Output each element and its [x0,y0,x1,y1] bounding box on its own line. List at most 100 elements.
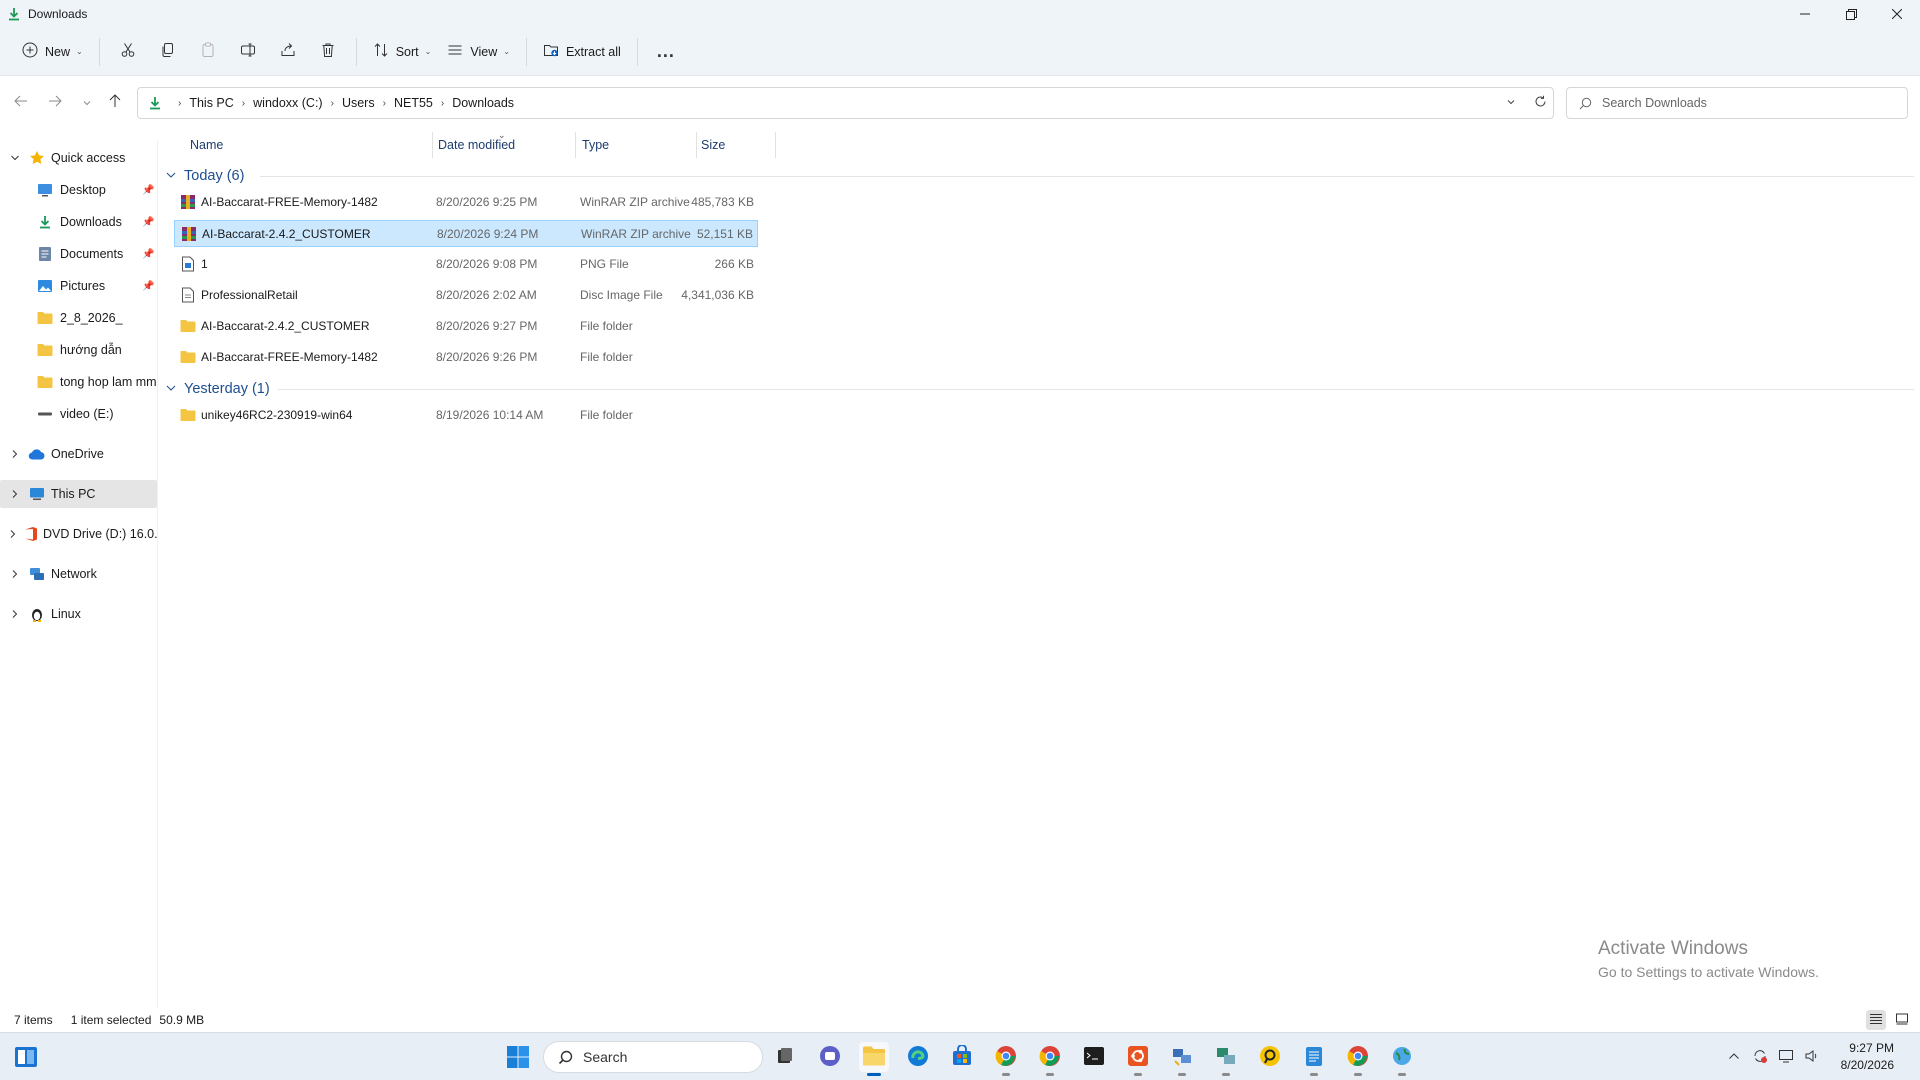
network-tool-button[interactable] [1211,1042,1241,1076]
chevron-down-icon[interactable] [8,153,22,163]
sidebar-item-documents[interactable]: Documents 📌 [0,240,157,268]
table-row[interactable]: 1 8/20/2026 9:08 PM PNG File 266 KB [174,251,758,278]
chrome-button-2[interactable] [1343,1042,1373,1076]
table-row[interactable]: AI-Baccarat-2.4.2_CUSTOMER 8/20/2026 9:2… [174,313,758,340]
sidebar-item-drive[interactable]: video (E:) [0,400,157,428]
table-row[interactable]: AI-Baccarat-FREE-Memory-1482 8/20/2026 9… [174,189,758,216]
new-button[interactable]: New ⌄ [14,36,91,68]
table-row[interactable]: unikey46RC2-230919-win64 8/19/2026 10:14… [174,402,758,429]
column-header-size[interactable]: Size [701,130,725,160]
sidebar-item-linux[interactable]: Linux [0,600,157,628]
chevron-right-icon[interactable] [8,569,22,579]
breadcrumb-downloads[interactable]: Downloads [452,96,514,110]
ubuntu-button[interactable] [1123,1042,1153,1076]
downloads-icon [6,6,22,22]
group-header-today[interactable]: Today (6) [166,165,244,187]
view-button[interactable]: View ⌄ [439,36,518,68]
sync-status-button[interactable] [1749,1046,1771,1068]
extract-all-button[interactable]: Extract all [535,36,629,68]
sidebar-item-onedrive[interactable]: OneDrive [0,440,157,468]
widgets-button[interactable] [14,1045,38,1069]
edge-button[interactable] [903,1042,933,1072]
breadcrumb-users[interactable]: Users [342,96,375,110]
breadcrumb-user[interactable]: NET55 [394,96,433,110]
start-button[interactable] [506,1045,530,1072]
extract-icon [543,42,559,61]
back-button[interactable] [6,88,36,118]
show-hidden-icons-button[interactable] [1723,1046,1745,1068]
column-divider[interactable] [775,132,776,158]
breadcrumb-drive[interactable]: windoxx (C:) [253,96,322,110]
group-header-yesterday[interactable]: Yesterday (1) [166,378,270,400]
delete-button[interactable] [308,36,348,68]
store-button[interactable] [947,1042,977,1072]
file-size: 4,341,036 KB [681,287,754,302]
chevron-right-icon[interactable] [8,449,22,459]
sidebar-item-label: DVD Drive (D:) 16.0.5 [43,527,157,541]
breadcrumb-this-pc[interactable]: This PC [189,96,233,110]
file-explorer-button[interactable] [859,1042,889,1076]
chevron-right-icon[interactable]: › [441,98,444,109]
group-divider [260,176,1914,177]
cut-button[interactable] [108,36,148,68]
display-button[interactable] [1775,1046,1797,1068]
tiles-view-button[interactable] [1892,1010,1912,1030]
chevron-right-icon[interactable] [8,529,18,539]
clock[interactable]: 9:27 PM 8/20/2026 [1841,1040,1894,1074]
sidebar-item-label: video (E:) [60,407,114,421]
recent-locations-button[interactable] [72,88,102,118]
close-button[interactable] [1874,0,1920,28]
minimize-button[interactable] [1782,0,1828,28]
copy-button[interactable] [148,36,188,68]
chevron-right-icon[interactable]: › [331,98,334,109]
terminal-button[interactable] [1079,1042,1109,1072]
sort-button[interactable]: Sort ⌄ [365,36,440,68]
paste-button[interactable] [188,36,228,68]
chevron-right-icon[interactable]: › [383,98,386,109]
column-divider[interactable] [575,132,576,158]
volume-button[interactable] [1801,1046,1823,1068]
sidebar-item-desktop[interactable]: Desktop 📌 [0,176,157,204]
tool-button[interactable] [1255,1042,1285,1072]
sidebar-item-folder[interactable]: tong hop lam mm [0,368,157,396]
chevron-right-icon[interactable]: › [242,98,245,109]
chrome-button[interactable] [991,1042,1021,1076]
restore-button[interactable] [1828,0,1874,28]
sidebar-item-dvd-drive[interactable]: DVD Drive (D:) 16.0.5 [0,520,157,548]
task-view-button[interactable] [770,1042,800,1072]
search-input[interactable]: Search Downloads [1566,87,1908,119]
address-bar[interactable]: › This PC › windoxx (C:) › Users › NET55… [137,87,1554,119]
sidebar-item-pictures[interactable]: Pictures 📌 [0,272,157,300]
details-view-button[interactable] [1866,1010,1886,1030]
sidebar-item-this-pc[interactable]: This PC [0,480,157,508]
chevron-right-icon[interactable] [8,609,22,619]
table-row[interactable]: AI-Baccarat-2.4.2_CUSTOMER 8/20/2026 9:2… [174,220,758,247]
pane-divider[interactable] [157,140,158,1015]
up-button[interactable] [100,88,130,118]
column-divider[interactable] [432,132,433,158]
notepad-button[interactable] [1299,1042,1329,1076]
more-options-button[interactable]: ... [646,36,686,68]
table-row[interactable]: ProfessionalRetail 8/20/2026 2:02 AM Dis… [174,282,758,309]
column-header-type[interactable]: Type [582,130,609,160]
sidebar-item-network[interactable]: Network [0,560,157,588]
column-divider[interactable] [696,132,697,158]
sidebar-item-folder[interactable]: hướng dẫn [0,336,157,364]
taskbar-search[interactable]: Search [543,1041,763,1073]
column-header-name[interactable]: Name [190,130,223,160]
sidebar-item-quick-access[interactable]: Quick access [0,144,157,172]
chevron-right-icon[interactable] [8,489,22,499]
rename-button[interactable] [228,36,268,68]
sidebar-item-folder[interactable]: 2_8_2026_ [0,304,157,332]
share-button[interactable] [268,36,308,68]
chrome-profile-button[interactable] [1035,1042,1065,1076]
sidebar-item-downloads[interactable]: Downloads 📌 [0,208,157,236]
chat-icon [819,1045,841,1070]
forward-button[interactable] [40,88,70,118]
teams-chat-button[interactable] [815,1042,845,1072]
remote-app-button[interactable] [1167,1042,1197,1076]
table-row[interactable]: AI-Baccarat-FREE-Memory-1482 8/20/2026 9… [174,344,758,371]
refresh-button[interactable] [1534,95,1547,111]
address-history-button[interactable] [1506,96,1516,110]
vpn-app-button[interactable] [1387,1042,1417,1076]
